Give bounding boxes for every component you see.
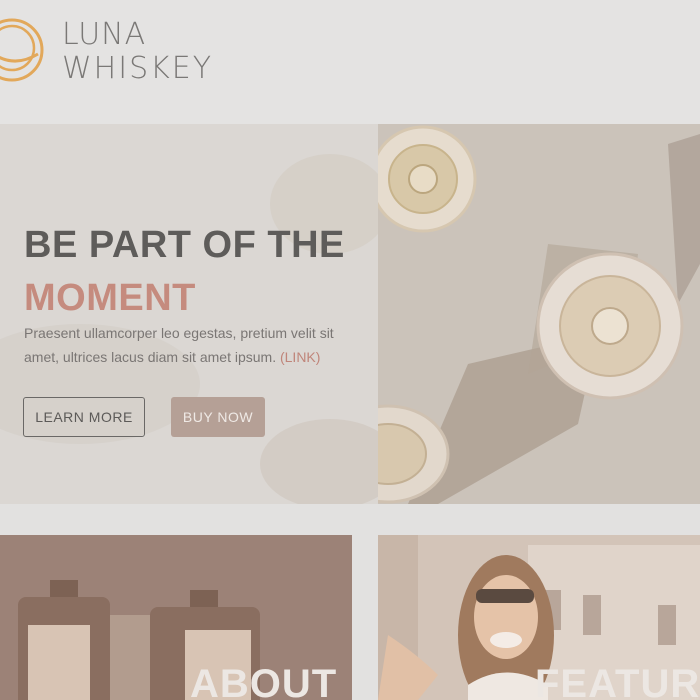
hero-title-line2: MOMENT xyxy=(24,277,196,319)
about-card-label: ABOUT xyxy=(190,662,338,700)
brand-name-line1: LUNA xyxy=(62,17,147,52)
brand-logo[interactable]: LUNA WHISKEY xyxy=(62,18,213,86)
site-header: LUNA WHISKEY xyxy=(0,0,700,124)
hero-text-panel: BE PART OF THE MOMENT Praesent ullamcorp… xyxy=(0,124,378,504)
hero-description: Praesent ullamcorper leo egestas, pretiu… xyxy=(24,321,354,369)
about-card[interactable]: ABOUT xyxy=(0,535,352,700)
hero-section: BE PART OF THE MOMENT Praesent ullamcorp… xyxy=(0,124,700,504)
buy-now-button[interactable]: BUY NOW xyxy=(171,397,265,437)
features-card[interactable]: FEATURES xyxy=(378,535,700,700)
brand-name-line2: WHISKEY xyxy=(62,51,214,86)
features-card-label: FEATURES xyxy=(535,662,700,700)
hero-inline-link[interactable]: (LINK) xyxy=(280,349,320,365)
hero-glasses-image xyxy=(378,124,700,504)
moon-logo-icon[interactable] xyxy=(0,14,46,86)
learn-more-button[interactable]: LEARN MORE xyxy=(23,397,145,437)
hero-title-line1: BE PART OF THE xyxy=(24,224,345,266)
